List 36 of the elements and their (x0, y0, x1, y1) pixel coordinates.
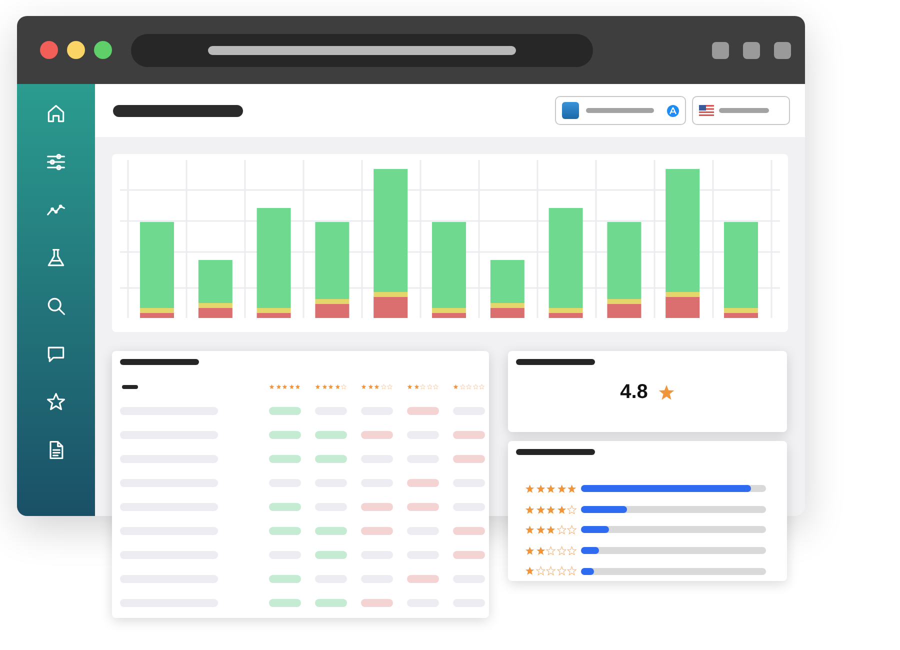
home-icon[interactable] (45, 103, 67, 125)
flag-icon (699, 105, 714, 116)
window-button[interactable] (743, 42, 760, 58)
country-selector[interactable] (692, 96, 790, 125)
star-icon (525, 525, 535, 535)
window-button[interactable] (774, 42, 791, 58)
star-icon[interactable] (45, 391, 67, 413)
address-bar[interactable] (131, 34, 593, 66)
flask-icon[interactable] (45, 247, 67, 269)
settings-icon[interactable] (45, 151, 67, 173)
star-icon (556, 484, 566, 494)
app-selector[interactable] (555, 96, 686, 125)
star-icon (546, 484, 556, 494)
close-button[interactable] (40, 41, 58, 59)
window-button[interactable] (712, 42, 729, 58)
star-icon (453, 384, 459, 390)
maximize-button[interactable] (94, 41, 112, 59)
star-icon (525, 566, 535, 576)
star-icon (525, 484, 535, 494)
star-icon (546, 504, 556, 514)
star-icon (536, 504, 546, 514)
star-icon (556, 504, 566, 514)
star-icon (525, 504, 535, 514)
average-rating: 4.8 (620, 381, 648, 404)
star-icon (658, 384, 675, 401)
star-icon (546, 525, 556, 535)
star-icon (567, 484, 577, 494)
column-placeholder (122, 385, 138, 389)
star-icon (536, 546, 546, 556)
star-icon (536, 484, 546, 494)
app-icon (562, 102, 579, 119)
star-icon (525, 546, 535, 556)
store-icon (667, 104, 679, 116)
search-icon[interactable] (45, 295, 67, 317)
star-icon (536, 525, 546, 535)
minimize-button[interactable] (67, 41, 85, 59)
